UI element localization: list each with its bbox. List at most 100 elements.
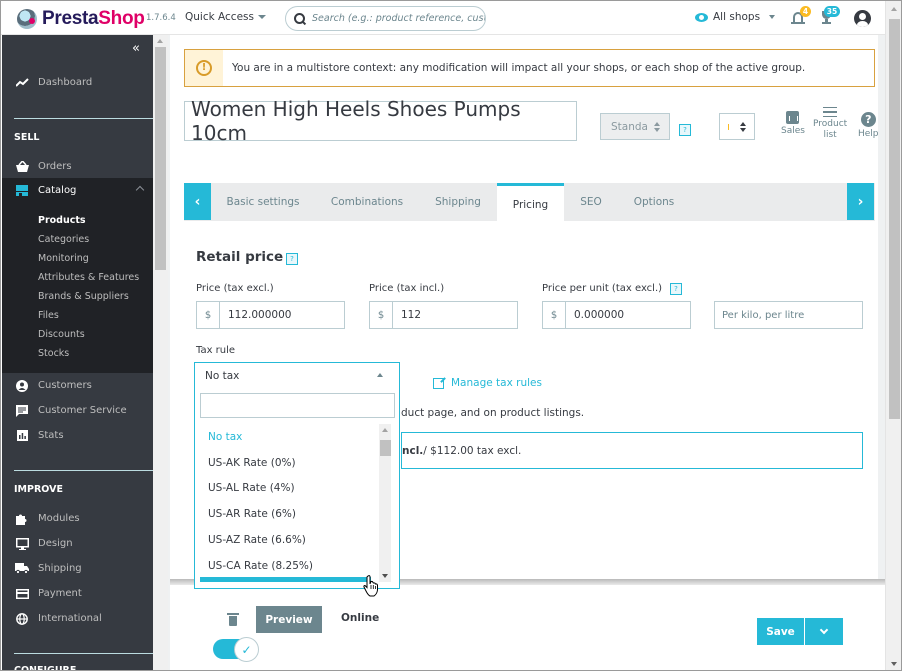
chevron-down-icon [819,625,829,635]
tax-option[interactable]: US-CA Rate (8.25%) [195,553,379,579]
online-toggle[interactable]: ✓ [213,637,261,662]
scrollbar-thumb[interactable] [380,440,391,456]
warning-icon: ! [196,60,212,76]
tax-option[interactable]: US-AZ Rate (6.6%) [195,527,379,553]
tab-combinations[interactable]: Combinations [315,183,419,221]
highlighted-option-bar[interactable] [200,577,371,582]
price-excl-input[interactable]: $ 112.000000 [196,301,345,329]
help-icon[interactable]: ? [286,253,298,265]
currency-addon: $ [370,302,393,328]
scrollbar-thumb[interactable] [155,47,166,270]
updown-caret-icon [740,121,746,132]
sidebar-item-design[interactable]: Design [2,531,153,556]
price-incl-label: Price (tax incl.) [369,283,445,294]
sidebar-sub-stocks[interactable]: Stocks [38,348,69,359]
search-bar[interactable] [285,6,486,31]
preview-button[interactable]: Preview [256,606,322,633]
scrollbar-thumb[interactable] [889,19,900,419]
sidebar-item-shipping[interactable]: Shipping [2,556,153,581]
prestashop-logo[interactable]: PrestaShop [17,8,145,30]
browser-frame: PrestaShop 1.7.6.4 Quick Access All shop… [0,0,902,671]
store-icon [15,184,29,198]
tab-basic-settings[interactable]: Basic settings [211,183,315,221]
sidebar-sub-products[interactable]: Products [38,215,86,226]
help-icon[interactable]: ? [670,283,682,295]
sidebar-sub-attributes[interactable]: Attributes & Features [38,272,139,283]
tax-rule-options: No tax US-AK Rate (0%) US-AL Rate (4%) U… [195,424,379,579]
retail-price-heading: Retail price [196,249,284,265]
dropdown-scrollbar[interactable] [379,424,391,582]
checkmark-icon: ✓ [234,637,259,662]
globe-icon [15,612,29,626]
sidebar-sub-categories[interactable]: Categories [38,234,89,245]
quick-access-dropdown[interactable]: Quick Access [185,11,266,23]
product-name-input[interactable]: Women High Heels Shoes Pumps 10cm [184,97,577,145]
sidebar-sub-monitoring[interactable]: Monitoring [38,253,89,264]
tax-option[interactable]: US-AL Rate (4%) [195,476,379,502]
collapse-sidebar-icon[interactable]: « [132,41,140,56]
unit-input[interactable]: Per kilo, per litre [714,301,863,329]
catalog-menu: Catalog Products Categories Monitoring A… [2,178,153,373]
tab-pricing[interactable]: Pricing [497,183,564,221]
save-button[interactable]: Save [757,618,804,645]
scroll-down-arrow-icon[interactable] [891,662,897,666]
tax-option[interactable]: US-AR Rate (6%) [195,501,379,527]
product-type-select[interactable]: Standa [600,113,670,140]
price-incl-input[interactable]: $ 112 [369,301,518,329]
monitor-icon [15,537,29,551]
page-scrollbar[interactable] [885,1,901,670]
tax-rule-selected[interactable]: No tax [195,363,399,388]
delete-button[interactable] [227,613,239,626]
sidebar-sub-brands[interactable]: Brands & Suppliers [38,291,129,302]
sidebar-divider [14,470,153,471]
sidebar-item-payment[interactable]: Payment [2,581,153,606]
sidebar-item-catalog[interactable]: Catalog [2,178,153,203]
sidebar-item-dashboard[interactable]: Dashboard [2,70,153,95]
manage-tax-rules-link[interactable]: Manage tax rules [433,377,542,389]
help-button[interactable]: ? Help [858,112,879,140]
bar-chart-icon [786,111,800,124]
search-icon [294,12,306,25]
puffin-logo-icon [17,9,37,29]
tabs-next-button[interactable]: › [847,183,874,220]
chevron-up-icon [135,185,145,195]
sidebar-sub-files[interactable]: Files [38,310,59,321]
sales-button[interactable]: Sales [781,111,805,137]
search-input[interactable] [312,13,485,24]
user-avatar-icon[interactable] [854,10,871,27]
sidebar-item-customers[interactable]: Customers [2,373,153,398]
save-options-dropdown[interactable] [805,618,843,645]
tax-option[interactable]: US-AK Rate (0%) [195,450,379,476]
scroll-up-arrow-icon[interactable] [157,39,163,43]
help-icon[interactable]: ? [679,124,691,136]
sidebar-divider [14,118,153,119]
shop-context-selector[interactable]: All shops [695,11,776,23]
currency-addon: $ [543,302,566,328]
sidebar-item-international[interactable]: International [2,606,153,631]
scroll-down-arrow-icon[interactable] [382,574,388,578]
list-icon [823,107,838,117]
sidebar-item-customer-service[interactable]: Customer Service [2,398,153,423]
basket-icon [15,160,29,174]
tax-option[interactable]: No tax [195,424,379,450]
tab-shipping[interactable]: Shipping [419,183,497,221]
sidebar-item-modules[interactable]: Modules [2,506,153,531]
unit-price-input[interactable]: $ 0.000000 [542,301,691,329]
scroll-up-arrow-icon[interactable] [891,7,897,11]
sidebar-item-stats[interactable]: Stats [2,423,153,448]
tab-seo[interactable]: SEO [564,183,618,221]
language-select[interactable] [719,113,755,140]
product-list-button[interactable]: Product list [813,107,847,141]
price-summary: ncl. / $112.00 tax excl. [401,432,863,469]
sidebar-scrollbar[interactable] [153,35,168,670]
caret-down-icon [769,15,776,19]
chat-icon [15,404,29,418]
scroll-up-arrow-icon[interactable] [382,428,388,432]
tab-options[interactable]: Options [618,183,690,221]
tabs-prev-button[interactable]: ‹ [184,183,211,220]
tax-rule-search-input[interactable] [200,393,395,418]
section-improve: IMPROVE [14,484,63,495]
sidebar-item-orders[interactable]: Orders [2,154,153,179]
sidebar-sub-discounts[interactable]: Discounts [38,329,85,340]
tax-rule-dropdown[interactable]: No tax No tax US-AK Rate (0%) US-AL Rate… [194,362,400,589]
